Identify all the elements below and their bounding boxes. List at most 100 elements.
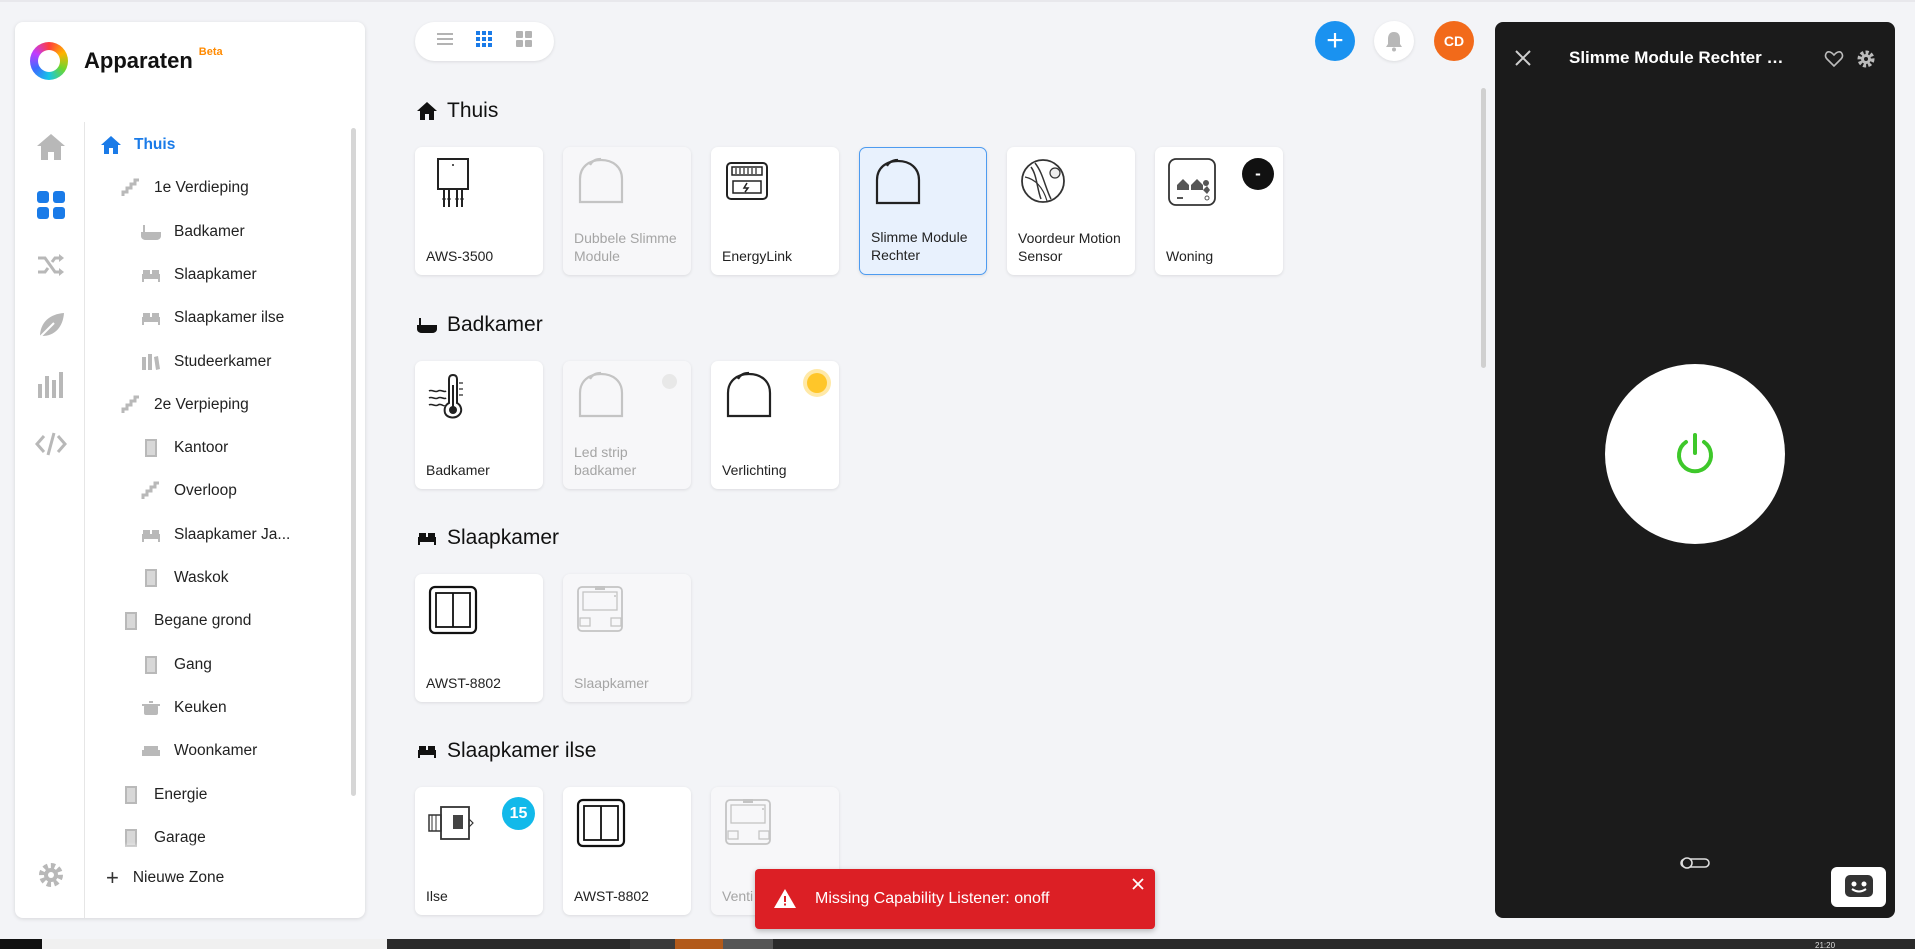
zone-tree-item[interactable]: Slaapkamer Ja... xyxy=(140,520,290,550)
flows-shuffle-icon[interactable] xyxy=(34,248,68,282)
devices-grid-icon[interactable] xyxy=(34,188,68,222)
radiator-valve-icon xyxy=(427,797,479,849)
module-dome-icon xyxy=(575,157,627,209)
device-tile[interactable]: AWST-8802 xyxy=(415,574,543,702)
device-label: Slimme Module Rechter xyxy=(871,229,968,263)
device-label: Dubbele Slimme Module xyxy=(574,230,677,264)
device-tile[interactable]: Voordeur Motion Sensor xyxy=(1007,147,1135,275)
wall-thermostat-icon xyxy=(575,584,627,636)
taskbar-search[interactable] xyxy=(42,939,387,949)
zone-tree-item[interactable]: Slaapkamer ilse xyxy=(140,303,284,333)
taskbar-app[interactable] xyxy=(630,939,675,949)
module-dome-icon xyxy=(723,371,775,423)
energy-meter-icon xyxy=(723,157,775,209)
gear-icon[interactable] xyxy=(34,858,68,892)
insights-chart-icon[interactable] xyxy=(34,367,68,401)
door-icon xyxy=(140,437,162,459)
device-label: Voordeur Motion Sensor xyxy=(1018,230,1121,264)
light-off-indicator[interactable] xyxy=(662,374,677,389)
zone-tree-item[interactable]: Overloop xyxy=(140,476,237,506)
bathtub-icon xyxy=(415,313,439,337)
zone-tree-label: Thuis xyxy=(134,136,176,153)
power-toggle-button[interactable] xyxy=(1605,364,1785,544)
device-tile[interactable]: Slaapkamer xyxy=(563,574,691,702)
zone-tree-item[interactable]: 1e Verdieping xyxy=(120,173,249,203)
large-grid-view-icon[interactable] xyxy=(515,30,533,53)
device-badge[interactable]: - xyxy=(1242,158,1274,190)
device-tile[interactable]: Slimme Module Rechter xyxy=(859,147,987,275)
device-tile[interactable]: EnergyLink xyxy=(711,147,839,275)
device-label: EnergyLink xyxy=(722,248,793,264)
device-tile[interactable]: Dubbele Slimme Module xyxy=(563,147,691,275)
close-icon[interactable] xyxy=(1129,875,1147,893)
notifications-button[interactable] xyxy=(1374,21,1414,61)
taskbar-start[interactable] xyxy=(0,939,42,949)
device-label: Ilse xyxy=(426,888,448,904)
zone-tree-item[interactable]: Waskok xyxy=(140,563,229,593)
home-alarm-icon xyxy=(1167,157,1219,209)
zone-tree-label: Slaapkamer xyxy=(174,265,257,283)
zone-tree-item[interactable]: Slaapkamer xyxy=(140,260,257,290)
zone-tree-item[interactable]: Begane grond xyxy=(120,606,251,636)
new-zone-label: Nieuwe Zone xyxy=(132,869,225,886)
zone-heading: Thuis xyxy=(415,99,498,123)
light-on-indicator[interactable] xyxy=(807,373,827,393)
new-zone-button[interactable]: + Nieuwe Zone xyxy=(106,865,224,891)
zone-tree-label: Slaapkamer Ja... xyxy=(174,525,291,543)
close-icon[interactable] xyxy=(1512,47,1534,69)
list-view-icon[interactable] xyxy=(436,31,454,52)
device-tile[interactable]: AWS-3500 xyxy=(415,147,543,275)
device-tile[interactable]: Ilse 15 xyxy=(415,787,543,915)
taskbar-app[interactable] xyxy=(675,939,723,949)
devices-main: Thuis AWS-3500 Dubbele Slimme Module Energy… xyxy=(415,90,1475,949)
brand: Apparaten Beta xyxy=(30,36,223,86)
energy-leaf-icon[interactable] xyxy=(34,308,68,342)
zone-heading-label: Slaapkamer ilse xyxy=(447,739,597,762)
avatar[interactable]: CD xyxy=(1434,21,1474,61)
taskbar-app[interactable] xyxy=(723,939,773,949)
device-tile[interactable]: Woning - xyxy=(1155,147,1283,275)
zone-tree-item[interactable]: Keuken xyxy=(140,693,227,723)
main-scrollbar[interactable] xyxy=(1481,88,1486,368)
tree-scrollbar[interactable] xyxy=(351,128,356,796)
door-icon xyxy=(120,610,142,632)
zone-heading-label: Badkamer xyxy=(447,313,543,336)
toast-message: Missing Capability Listener: onoff xyxy=(815,890,1050,907)
zone-tree-item[interactable]: Studeerkamer xyxy=(140,347,271,377)
zone-tree-item[interactable]: Energie xyxy=(120,780,207,810)
motion-sensor-icon xyxy=(1019,157,1071,209)
zone-tree-item[interactable]: Thuis xyxy=(100,130,175,160)
toggle-icon[interactable] xyxy=(1680,856,1710,870)
os-taskbar xyxy=(0,939,1915,949)
grid-view-icon[interactable] xyxy=(475,30,493,53)
power-icon xyxy=(1677,433,1713,474)
zone-tree-item[interactable]: Gang xyxy=(140,650,212,680)
module-dome-icon xyxy=(872,158,924,210)
device-tile[interactable]: Led strip badkamer xyxy=(563,361,691,489)
gear-icon[interactable] xyxy=(1856,49,1876,69)
device-tile[interactable]: AWST-8802 xyxy=(563,787,691,915)
device-label: Verlichting xyxy=(722,462,787,478)
heart-icon[interactable] xyxy=(1824,49,1844,69)
zone-tree-item[interactable]: Woonkamer xyxy=(140,736,257,766)
zone-tree-item[interactable]: 2e Verpieping xyxy=(120,390,249,420)
wall-thermostat-icon xyxy=(723,797,775,849)
zone-tree-item[interactable]: Badkamer xyxy=(140,217,245,247)
nav-rail xyxy=(15,122,85,912)
zone-tree-label: Begane grond xyxy=(154,612,252,630)
add-device-button[interactable]: + xyxy=(1315,21,1355,61)
zone-tree-label: Gang xyxy=(174,655,212,673)
device-tile[interactable]: Verlichting xyxy=(711,361,839,489)
bed-icon xyxy=(415,739,439,763)
zone-tree-item[interactable]: Kantoor xyxy=(140,433,228,463)
error-toast: Missing Capability Listener: onoff xyxy=(755,869,1155,929)
device-badge[interactable]: 15 xyxy=(502,797,535,830)
developer-code-icon[interactable] xyxy=(34,427,68,461)
device-tile[interactable]: Badkamer xyxy=(415,361,543,489)
chat-bot-button[interactable] xyxy=(1831,867,1886,907)
homey-logo-icon xyxy=(30,42,68,80)
socket-module-icon xyxy=(427,157,479,209)
home-icon[interactable] xyxy=(34,130,68,164)
double-switch-icon xyxy=(575,797,627,849)
chat-bot-icon xyxy=(1844,875,1873,897)
